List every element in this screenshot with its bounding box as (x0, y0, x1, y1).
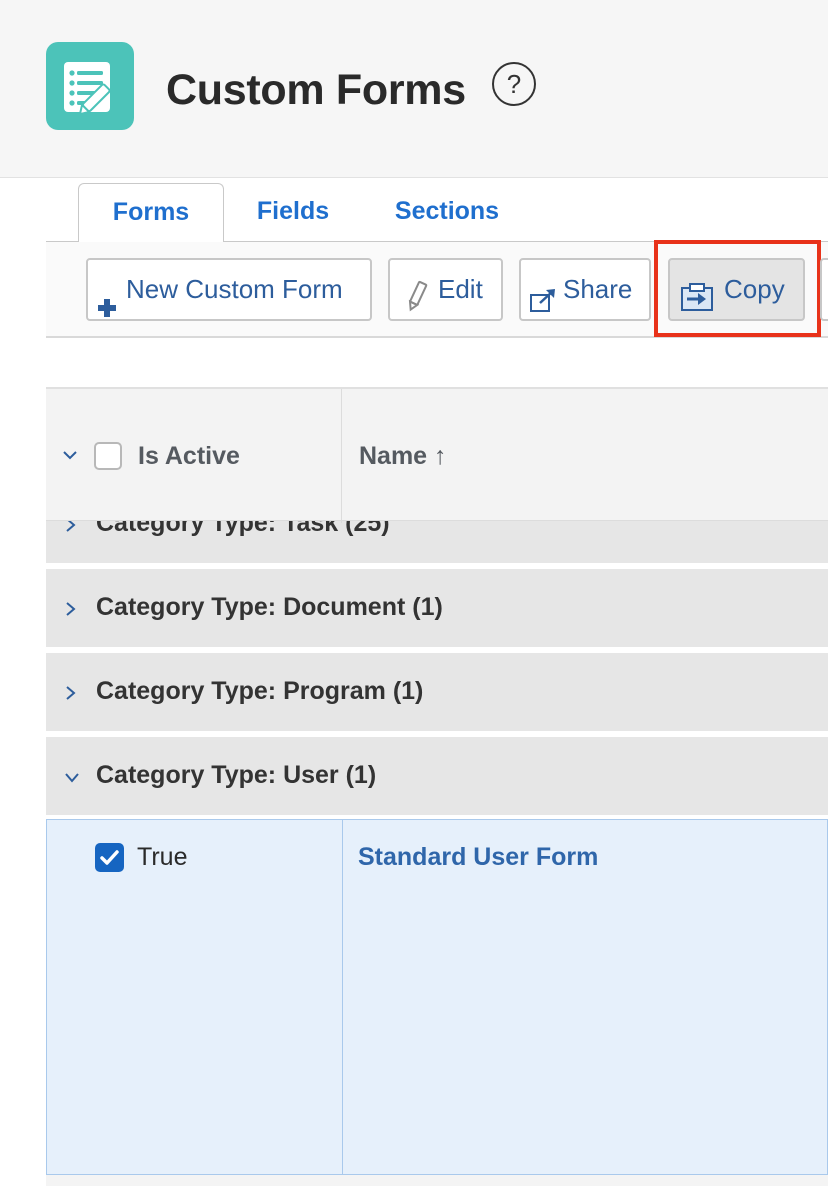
copy-icon (678, 274, 716, 333)
group-label: Category Type: Program (1) (96, 677, 424, 705)
form-name-link[interactable]: Standard User Form (358, 840, 598, 874)
tab-bar: Forms Fields Sections (46, 179, 828, 243)
toolbar: New Custom Form Edit Share Copy (46, 242, 828, 338)
group-row-user[interactable]: Category Type: User (1) (46, 737, 828, 817)
overflow-button[interactable] (820, 258, 828, 321)
group-label: Category Type: Document (1) (96, 593, 443, 621)
share-button[interactable]: Share (519, 258, 651, 321)
plus-icon (97, 280, 117, 339)
new-custom-form-button[interactable]: New Custom Form (86, 258, 372, 321)
column-header-is-active[interactable]: Is Active (138, 439, 240, 473)
new-custom-form-label: New Custom Form (126, 274, 343, 304)
edit-label: Edit (438, 274, 483, 304)
copy-button[interactable]: Copy (668, 258, 805, 321)
page-header: Custom Forms ? (0, 0, 828, 178)
pencil-icon (406, 274, 428, 333)
grid-header: Is Active Name ↑ (46, 387, 828, 523)
chevron-down-icon[interactable] (60, 445, 80, 465)
copy-label: Copy (724, 274, 785, 304)
help-button[interactable]: ? (492, 62, 536, 106)
row-active-checkbox[interactable] (95, 843, 124, 872)
table-row[interactable]: True Standard User Form (46, 819, 828, 1175)
group-row-program[interactable]: Category Type: Program (1) (46, 653, 828, 733)
column-header-name[interactable]: Name ↑ (359, 439, 447, 473)
group-row-document[interactable]: Category Type: Document (1) (46, 569, 828, 649)
tab-sections[interactable]: Sections (382, 183, 512, 242)
chevron-right-icon (64, 683, 78, 703)
share-label: Share (563, 274, 633, 304)
forms-grid: Category Type: Task (25) Category Type: … (46, 387, 828, 1175)
chevron-down-icon (62, 771, 82, 785)
tab-forms[interactable]: Forms (78, 183, 224, 243)
share-external-icon (529, 276, 557, 335)
form-list-edit-icon (46, 42, 134, 130)
edit-button[interactable]: Edit (388, 258, 503, 321)
group-label: Category Type: User (1) (96, 761, 377, 789)
is-active-value: True (137, 843, 188, 871)
tab-fields[interactable]: Fields (242, 183, 344, 242)
page-title: Custom Forms (166, 66, 466, 114)
chevron-right-icon (64, 599, 78, 619)
select-all-checkbox[interactable] (94, 442, 122, 470)
